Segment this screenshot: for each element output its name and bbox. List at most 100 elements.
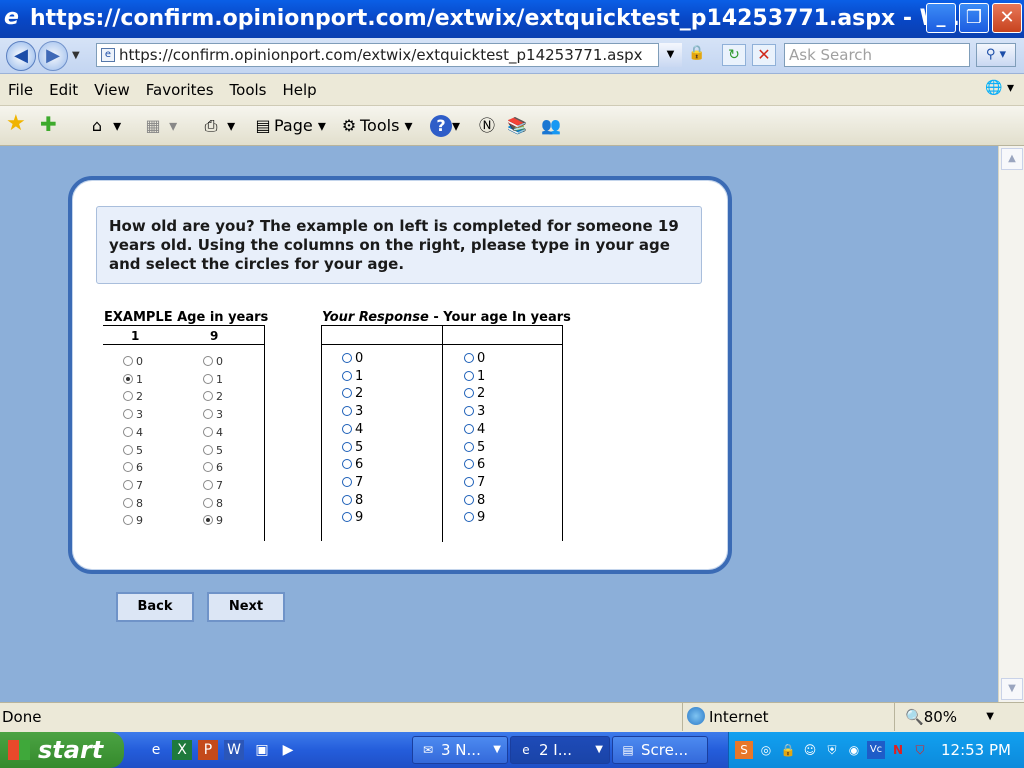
search-button[interactable]: ⚲ ▾ <box>976 43 1016 67</box>
radio-circle[interactable] <box>342 441 352 452</box>
radio-circle[interactable] <box>203 462 213 473</box>
stop-icon[interactable]: ✕ <box>752 44 776 66</box>
radio-option[interactable]: 2 <box>464 386 485 402</box>
radio-option[interactable]: 0 <box>342 351 363 367</box>
radio-option[interactable]: 7 <box>342 475 363 491</box>
radio-circle[interactable] <box>342 388 352 399</box>
lock-icon[interactable]: 🔒 <box>688 45 706 65</box>
next-button[interactable]: Next <box>207 592 285 622</box>
radio-circle[interactable] <box>123 497 133 508</box>
radio-circle[interactable] <box>464 370 474 381</box>
radio-circle[interactable] <box>464 423 474 434</box>
radio-circle[interactable] <box>123 356 133 366</box>
radio-option[interactable]: 3 <box>203 407 223 423</box>
radio-option[interactable]: 4 <box>464 422 485 438</box>
back-button[interactable]: Back <box>116 592 194 622</box>
scroll-down-icon[interactable]: ▼ <box>1001 678 1023 700</box>
radio-circle[interactable] <box>464 494 474 505</box>
radio-option[interactable]: 8 <box>203 496 223 512</box>
radio-option[interactable]: 8 <box>342 493 363 509</box>
scroll-up-icon[interactable]: ▲ <box>1001 148 1023 170</box>
address-dropdown-button[interactable]: ▼ <box>658 43 682 67</box>
radio-option[interactable]: 9 <box>342 510 363 526</box>
radio-circle[interactable] <box>342 406 352 417</box>
radio-circle[interactable] <box>123 444 133 455</box>
tray-app-icon[interactable]: S <box>735 741 753 759</box>
radio-circle[interactable] <box>203 497 213 508</box>
radio-option[interactable]: 2 <box>342 386 363 402</box>
radio-option[interactable]: 3 <box>123 407 143 423</box>
radio-option[interactable]: 6 <box>123 460 143 476</box>
radio-circle[interactable] <box>342 459 352 470</box>
radio-circle[interactable] <box>123 373 133 384</box>
security-tray-icon[interactable]: ◉ <box>845 741 863 759</box>
radio-option[interactable]: 1 <box>203 372 223 388</box>
menu-favorites[interactable]: Favorites <box>146 81 214 99</box>
shield-tray-icon[interactable]: ⛨ <box>823 741 841 759</box>
radio-option[interactable]: 7 <box>464 475 485 491</box>
user-tray-icon[interactable]: ☺ <box>801 741 819 759</box>
search-input[interactable]: Ask Search <box>784 43 970 67</box>
page-menu[interactable]: ▤ Page ▾ <box>252 114 325 138</box>
radio-circle[interactable] <box>464 353 474 363</box>
radio-circle[interactable] <box>464 476 474 487</box>
security-zone[interactable]: Internet <box>682 703 894 731</box>
radio-circle[interactable] <box>123 462 133 473</box>
vpn-tray-icon[interactable]: Vc <box>867 741 885 759</box>
close-button[interactable]: ✕ <box>992 3 1022 33</box>
forward-nav-button[interactable]: ▶ <box>38 41 68 71</box>
help-icon[interactable]: ? ▾ <box>430 114 460 138</box>
feeds-icon[interactable]: ▦ ▾ <box>142 114 177 138</box>
radio-circle[interactable] <box>203 409 213 420</box>
network-icon[interactable]: ◎ <box>757 741 775 759</box>
radio-option[interactable]: 2 <box>123 389 143 405</box>
radio-circle[interactable] <box>203 479 213 490</box>
radio-circle[interactable] <box>342 353 352 363</box>
favorites-star-icon[interactable]: ★ <box>6 112 26 136</box>
radio-option[interactable]: 4 <box>342 422 363 438</box>
radio-circle[interactable] <box>464 459 474 470</box>
word-icon[interactable]: W <box>224 740 244 760</box>
radio-option[interactable]: 9 <box>464 510 485 526</box>
radio-option[interactable]: 4 <box>123 425 143 441</box>
radio-option[interactable]: 5 <box>123 443 143 459</box>
tools-menu[interactable]: ⚙ Tools ▾ <box>338 114 413 138</box>
menu-help[interactable]: Help <box>283 81 317 99</box>
add-favorite-icon[interactable]: ✚ <box>40 112 57 136</box>
radio-circle[interactable] <box>464 512 474 523</box>
minimize-button[interactable]: _ <box>926 3 956 33</box>
start-button[interactable]: start <box>0 732 124 768</box>
radio-circle[interactable] <box>203 515 213 526</box>
radio-option[interactable]: 1 <box>123 372 143 388</box>
recent-pages-dropdown[interactable]: ▼ <box>72 50 80 61</box>
radio-option[interactable]: 5 <box>464 440 485 456</box>
taskbar-item-ie-active[interactable]: e 2 I... ▼ <box>510 736 610 764</box>
address-field[interactable]: e https://confirm.opinionport.com/extwix… <box>96 43 682 67</box>
radio-circle[interactable] <box>203 444 213 455</box>
radio-circle[interactable] <box>342 370 352 381</box>
back-nav-button[interactable]: ◀ <box>6 41 36 71</box>
radio-circle[interactable] <box>203 391 213 402</box>
lock-tray-icon[interactable]: 🔒 <box>779 741 797 759</box>
menu-tools[interactable]: Tools <box>230 81 267 99</box>
menu-edit[interactable]: Edit <box>49 81 78 99</box>
page-translate-icon[interactable]: 🌐 ▾ <box>985 80 1014 96</box>
radio-option[interactable]: 6 <box>464 457 485 473</box>
radio-option[interactable]: 0 <box>203 354 223 370</box>
radio-circle[interactable] <box>342 512 352 523</box>
radio-option[interactable]: 4 <box>203 425 223 441</box>
radio-circle[interactable] <box>123 426 133 437</box>
radio-circle[interactable] <box>203 426 213 437</box>
radio-option[interactable]: 3 <box>342 404 363 420</box>
explorer-icon[interactable]: ▣ <box>252 740 272 760</box>
radio-option[interactable]: 5 <box>203 443 223 459</box>
radio-option[interactable]: 0 <box>123 354 143 370</box>
research-icon[interactable]: 📚 <box>506 114 528 138</box>
radio-option[interactable]: 0 <box>464 351 485 367</box>
radio-option[interactable]: 7 <box>203 478 223 494</box>
ie-quicklaunch-icon[interactable]: e <box>146 740 166 760</box>
media-player-icon[interactable]: ▶ <box>278 740 298 760</box>
radio-option[interactable]: 7 <box>123 478 143 494</box>
powerpoint-icon[interactable]: P <box>198 740 218 760</box>
radio-circle[interactable] <box>342 423 352 434</box>
